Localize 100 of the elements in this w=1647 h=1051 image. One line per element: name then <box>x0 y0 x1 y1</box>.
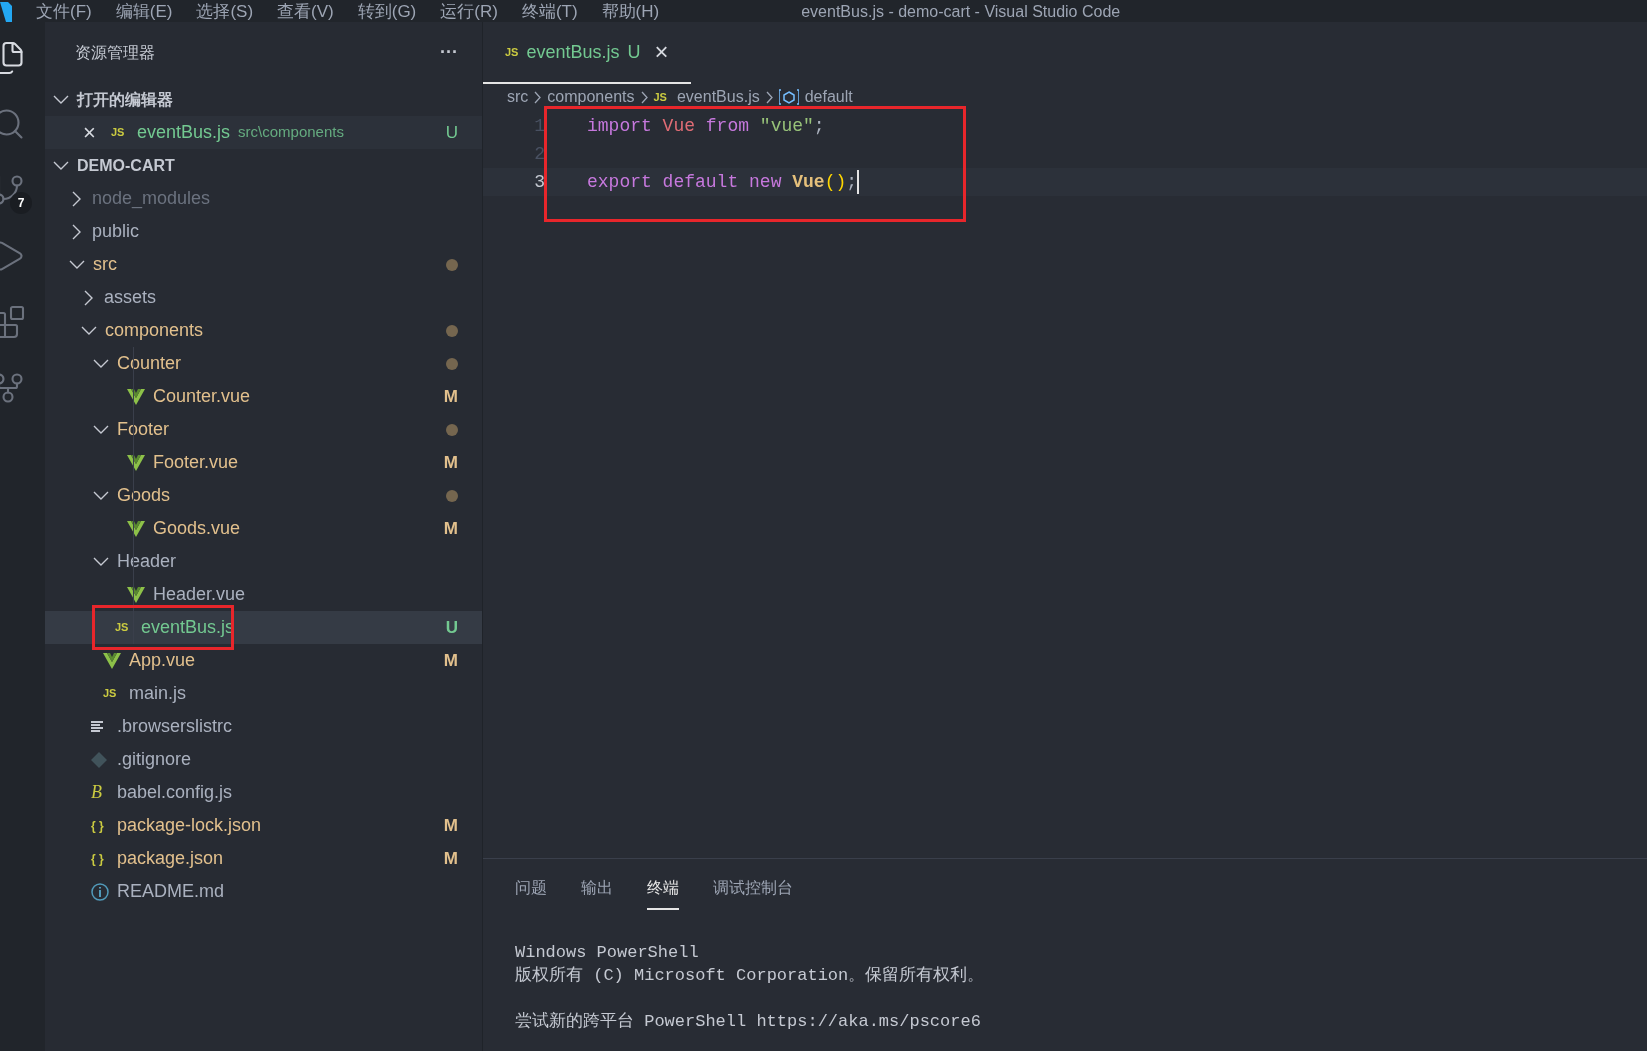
js-file-icon: JS <box>111 124 137 141</box>
breadcrumb-item[interactable]: eventBus.js <box>676 88 760 106</box>
editor-tab[interactable]: JS eventBus.js U × <box>483 22 691 84</box>
close-button[interactable]: × <box>83 116 111 149</box>
cube-icon <box>778 89 799 105</box>
folder-name: Goods <box>117 484 171 507</box>
menu-item[interactable]: 编辑(E) <box>115 2 173 22</box>
vue-file-icon <box>103 652 121 669</box>
js-file-icon: JS <box>103 685 121 702</box>
folder-name: node_modules <box>92 187 211 211</box>
menu-item[interactable]: 查看(V) <box>277 2 334 22</box>
chevron-down-icon[interactable] <box>93 359 109 368</box>
close-button[interactable]: × <box>654 34 669 70</box>
panel-tab[interactable]: 调试控制台 <box>713 868 793 910</box>
file-name: .browserslistrc <box>117 715 232 738</box>
text-cursor <box>857 170 860 194</box>
vue-file-icon <box>127 586 145 603</box>
git-status-label: M <box>443 847 458 870</box>
count-badge: 7 <box>10 192 32 214</box>
terminal-line: 版权所有 (C) Microsoft Corporation。保留所有权利。 <box>515 965 986 987</box>
chevron-down-icon[interactable] <box>53 95 69 104</box>
file-name: Header.vue <box>153 583 246 606</box>
panel-tab[interactable]: 问题 <box>515 868 547 910</box>
breadcrumb-item[interactable]: default <box>804 88 853 106</box>
folder-name: public <box>92 220 140 243</box>
js-file-icon: JS <box>653 88 667 106</box>
git-status-label: M <box>443 517 458 540</box>
file-name: package-lock.json <box>117 814 262 837</box>
file-name: main.js <box>129 682 186 705</box>
terminal-line: 尝试新的跨平台 PowerShell https://aka.ms/pscore6 <box>515 1011 982 1033</box>
menu-item[interactable]: 文件(F) <box>36 2 92 22</box>
menu-item[interactable]: 转到(G) <box>357 2 417 22</box>
git-status-label: M <box>443 814 458 837</box>
chevron-down-icon[interactable] <box>93 557 109 566</box>
file-name: eventBus.js <box>141 616 235 639</box>
file-name: App.vue <box>129 649 196 672</box>
chevron-down-icon[interactable] <box>81 326 97 335</box>
open-editor-item[interactable]: × JS eventBus.js src\components U <box>45 116 482 149</box>
folder-name: assets <box>104 286 157 309</box>
folder-name: Counter <box>117 352 182 375</box>
search-icon[interactable] <box>0 106 26 142</box>
vue-file-icon <box>127 388 145 405</box>
chevron-right-icon[interactable] <box>72 223 81 240</box>
text-lines-icon <box>91 721 103 732</box>
folder-name: src <box>93 253 117 276</box>
js-file-icon: JS <box>505 43 519 61</box>
code-line: export default new Vue(); <box>587 170 858 194</box>
panel-tab[interactable]: 终端 <box>647 868 679 910</box>
panel-tab[interactable]: 输出 <box>581 868 613 910</box>
more-button[interactable]: ··· <box>440 39 458 66</box>
file-name: Footer.vue <box>153 451 239 474</box>
chevron-right-icon <box>640 90 648 104</box>
app-logo-icon <box>0 2 12 22</box>
file-name: Goods.vue <box>153 517 241 540</box>
menu-item[interactable]: 选择(S) <box>196 2 254 22</box>
babel-file-icon: B <box>91 779 109 806</box>
menu-item[interactable]: 运行(R) <box>440 2 498 22</box>
window-title: eventBus.js - demo-cart - Visual Studio Code <box>801 2 1121 22</box>
file-name: eventBus.js <box>137 121 231 144</box>
section-header[interactable]: 打开的编辑器 <box>77 87 173 112</box>
json-file-icon: { } <box>91 849 109 868</box>
file-name: .gitignore <box>117 748 192 771</box>
chevron-right-icon <box>534 90 542 104</box>
git-status-label: U <box>445 121 458 144</box>
section-header[interactable]: DEMO-CART <box>77 153 175 178</box>
files-icon[interactable] <box>0 40 26 76</box>
git-status-label: M <box>443 649 458 672</box>
file-name: README.md <box>117 880 224 903</box>
git-status-label: U <box>445 616 458 639</box>
js-file-icon: JS <box>115 619 133 636</box>
git-status-label: M <box>443 451 458 474</box>
file-row[interactable]: JS eventBus.js U <box>45 611 482 644</box>
chevron-down-icon[interactable] <box>69 260 85 269</box>
file-name: package.json <box>117 847 224 870</box>
breadcrumb-item[interactable]: components <box>547 88 635 106</box>
chevron-right-icon[interactable] <box>72 190 81 207</box>
json-file-icon: { } <box>91 816 109 835</box>
folder-name: Header <box>117 550 177 573</box>
menu-item[interactable]: 帮助(H) <box>601 2 660 22</box>
chevron-down-icon[interactable] <box>93 491 109 500</box>
chevron-down-icon[interactable] <box>53 161 69 170</box>
chevron-down-icon[interactable] <box>93 425 109 434</box>
explorer-title: 资源管理器 <box>75 42 155 63</box>
code-line: import Vue from "vue"; <box>587 114 825 138</box>
git-status-label: U <box>627 40 641 64</box>
extensions-icon[interactable] <box>0 304 26 340</box>
folder-name: components <box>105 319 204 342</box>
vue-file-icon <box>127 520 145 537</box>
terminal-line: Windows PowerShell <box>515 942 700 964</box>
menu-item[interactable]: 终端(T) <box>521 2 578 22</box>
file-name: Counter.vue <box>153 385 251 408</box>
file-path: src\components <box>238 122 344 143</box>
diamond-icon <box>91 751 107 768</box>
tab-title: eventBus.js <box>526 40 620 64</box>
file-name: babel.config.js <box>117 781 233 804</box>
git-status-label: M <box>443 385 458 408</box>
breadcrumb-item[interactable]: src <box>507 88 529 106</box>
chevron-right-icon[interactable] <box>84 289 93 306</box>
line-number: 3 <box>533 170 545 194</box>
chevron-right-icon <box>765 90 773 104</box>
